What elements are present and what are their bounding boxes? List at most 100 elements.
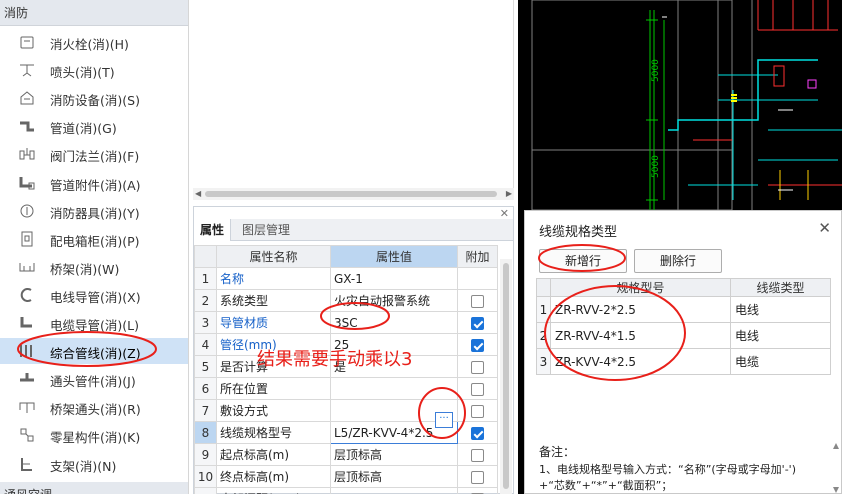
cable-type-cell[interactable]: 电线 [730, 296, 831, 323]
spec-cell[interactable]: ZR-RVV-2*2.5 [550, 296, 731, 323]
row-number: 6 [194, 377, 217, 400]
tree-item-label: 消防设备(消)(S) [50, 93, 140, 109]
handwritten-annotation: 结果需要手动乘以3 [257, 349, 413, 370]
tree-item-label: 管道附件(消)(A) [50, 177, 141, 193]
cad-dimension-1: 5000 [651, 59, 661, 82]
table-row[interactable]: 10 终点标高(m) 层顶标高 [194, 465, 498, 488]
property-extra [457, 443, 498, 466]
tree-item[interactable]: 电缆导管(消)(L) [0, 310, 188, 336]
cable-type-cell[interactable]: 电缆 [730, 348, 831, 375]
tree-item[interactable]: 桥架通头(消)(R) [0, 394, 188, 420]
tree-item[interactable]: 桥架(消)(W) [0, 254, 188, 280]
extra-checkbox[interactable] [471, 382, 484, 396]
table-row[interactable]: 9 起点标高(m) 层顶标高 [194, 443, 498, 466]
tree-item-label: 管道(消)(G) [50, 121, 117, 137]
wire-conduit-icon [18, 286, 36, 304]
extra-checkbox[interactable] [471, 338, 484, 352]
tree-item[interactable]: 配电箱柜(消)(P) [0, 226, 188, 252]
property-value[interactable]: 层顶标高 [330, 465, 458, 488]
tree-item-label: 桥架(消)(W) [50, 261, 120, 277]
row-number: 7 [194, 399, 217, 422]
row-number: 10 [194, 465, 217, 488]
property-value-header: 属性值 [330, 245, 458, 268]
valve-flange-icon [18, 145, 36, 163]
tree-item-label: 零星构件(消)(K) [50, 430, 141, 446]
extra-checkbox[interactable] [471, 470, 484, 484]
table-row[interactable]: 1 ZR-RVV-2*2.5 电线 [536, 296, 831, 323]
horizontal-scrollbar[interactable]: ◀ ▶ [193, 188, 514, 200]
tree-item[interactable]: 消防器具(消)(Y) [0, 198, 188, 224]
row-number: 3 [536, 348, 551, 375]
pipe-icon [18, 117, 36, 135]
tree-item-label: 配电箱柜(消)(P) [50, 233, 140, 249]
tree-item[interactable]: 阀门法兰(消)(F) [0, 141, 188, 167]
drawing-list-area [193, 0, 514, 200]
cable-conduit-icon [18, 314, 36, 332]
extra-checkbox[interactable] [471, 360, 484, 374]
property-name: 敷设方式 [216, 399, 331, 422]
cad-drawing-canvas[interactable]: 5000 5000 [518, 0, 842, 210]
scroll-left-icon[interactable]: ◀ [195, 189, 201, 198]
row-number: 1 [536, 296, 551, 323]
spec-cell[interactable]: ZR-RVV-4*1.5 [550, 322, 731, 349]
property-value[interactable]: 3SC [330, 311, 458, 334]
property-name: 系统类型 [216, 289, 331, 312]
tab-properties[interactable]: 属性 [194, 219, 232, 241]
ellipsis-button[interactable]: ··· [435, 412, 453, 428]
delete-row-button[interactable]: 删除行 [634, 249, 722, 273]
tree-item[interactable]: 管道(消)(G) [0, 113, 188, 139]
sprinkler-icon [18, 61, 36, 79]
property-extra [457, 355, 498, 378]
tree-item[interactable]: 电线导管(消)(X) [0, 282, 188, 308]
tree-item[interactable]: 支架(消)(N) [0, 451, 188, 477]
cable-tray-icon [18, 258, 36, 276]
cable-type-cell[interactable]: 电线 [730, 322, 831, 349]
extra-checkbox[interactable] [471, 404, 484, 418]
close-icon[interactable]: ✕ [818, 219, 831, 237]
add-row-button[interactable]: 新增行 [539, 249, 627, 273]
table-row[interactable]: 6 所在位置 [194, 377, 498, 400]
property-extra [457, 487, 498, 494]
scroll-thumb[interactable] [503, 263, 509, 489]
property-value[interactable]: GX-1 [330, 267, 458, 290]
row-number: 1 [194, 267, 217, 290]
table-row[interactable]: 3 ZR-KVV-4*2.5 电缆 [536, 348, 831, 375]
tab-layer-management[interactable]: 图层管理 [236, 219, 296, 241]
tree-item[interactable]: 喷头(消)(T) [0, 57, 188, 83]
extra-checkbox[interactable] [471, 448, 484, 462]
tree-item-label: 支架(消)(N) [50, 458, 117, 474]
property-value[interactable]: 火灾自动报警系统 [330, 289, 458, 312]
misc-component-icon [18, 426, 36, 444]
tree-item-label: 喷头(消)(T) [50, 65, 115, 81]
category-header-fire[interactable]: 消防 [0, 0, 188, 26]
tree-item[interactable]: 综合管线(消)(Z) [0, 338, 188, 365]
vertical-scrollbar[interactable] [500, 259, 512, 494]
note-title: 备注： [539, 445, 576, 459]
property-name-header: 属性名称 [216, 245, 331, 268]
tree-item[interactable]: 消火栓(消)(H) [0, 29, 188, 55]
table-row[interactable]: 2 ZR-RVV-4*1.5 电线 [536, 322, 831, 349]
table-row[interactable]: 2 系统类型 火灾自动报警系统 [194, 289, 498, 312]
property-value[interactable]: 层顶标高 [330, 443, 458, 466]
dialog-scrollbar[interactable] [833, 443, 839, 493]
table-row[interactable]: 3 导管材质 3SC [194, 311, 498, 334]
scroll-thumb[interactable] [205, 191, 497, 197]
property-name: 起点标高(m) [216, 443, 331, 466]
distribution-box-icon [18, 230, 36, 248]
spec-cell[interactable]: ZR-KVV-4*2.5 [550, 348, 731, 375]
extra-checkbox[interactable] [471, 294, 484, 308]
tree-item[interactable]: 通头管件(消)(J) [0, 366, 188, 392]
scroll-right-icon[interactable]: ▶ [506, 189, 512, 198]
property-extra [457, 465, 498, 488]
tree-item[interactable]: 消防设备(消)(S) [0, 85, 188, 111]
extra-checkbox[interactable] [471, 426, 484, 440]
tree-item[interactable]: 零星构件(消)(K) [0, 422, 188, 448]
property-value[interactable]: 0 [330, 487, 458, 494]
table-row[interactable]: 11支架间距(mm)0 [194, 487, 498, 494]
extra-checkbox[interactable] [471, 316, 484, 330]
category-header-hvac[interactable]: 通风空调 [0, 482, 188, 494]
tree-item[interactable]: 管道附件(消)(A) [0, 170, 188, 196]
table-row[interactable]: 1 名称 GX-1 [194, 267, 498, 290]
property-value[interactable] [330, 377, 458, 400]
tree-item-label: 综合管线(消)(Z) [50, 346, 141, 362]
